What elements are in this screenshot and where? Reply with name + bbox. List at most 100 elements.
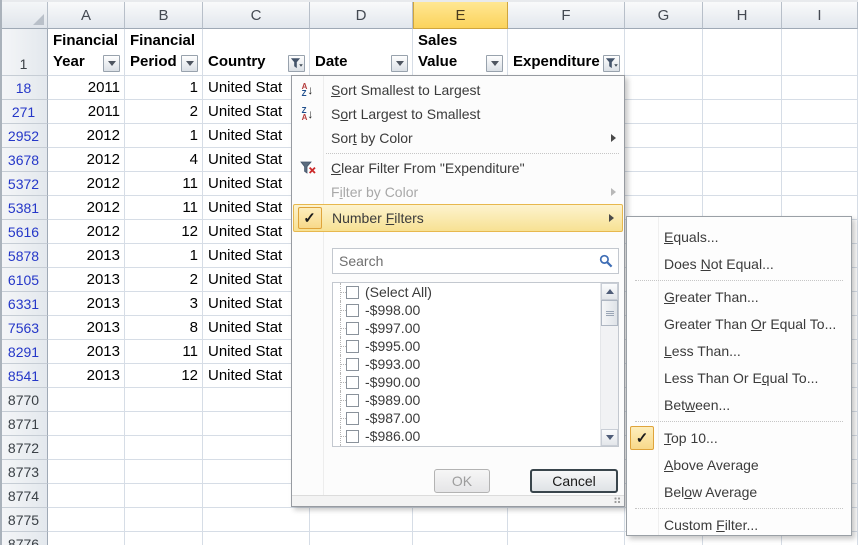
menu-item-sort-largest-to-smallest[interactable]: ZA↓Sort Largest to Smallest — [292, 102, 624, 126]
cell-I-271[interactable] — [782, 100, 858, 124]
cell-A-8770[interactable] — [48, 388, 125, 412]
cell-A-8772[interactable] — [48, 436, 125, 460]
cell-B-5372[interactable]: 11 — [125, 172, 203, 196]
filter-dropdown-button-B[interactable] — [181, 55, 198, 72]
cell-D-8775[interactable] — [310, 508, 413, 532]
row-header-271[interactable]: 271 — [0, 100, 48, 124]
cell-B-8771[interactable] — [125, 412, 203, 436]
filter-value-998-00[interactable]: -$998.00 — [333, 301, 618, 319]
cell-B-6105[interactable]: 2 — [125, 268, 203, 292]
checkbox-997-00[interactable] — [346, 322, 359, 335]
select-all-corner[interactable] — [0, 2, 48, 29]
cell-A-8773[interactable] — [48, 460, 125, 484]
cell-A-5616[interactable]: 2012 — [48, 220, 125, 244]
cancel-button[interactable]: Cancel — [530, 469, 618, 493]
filter-value-989-00[interactable]: -$989.00 — [333, 391, 618, 409]
row-header-1[interactable]: 1 — [0, 29, 48, 76]
cell-I-18[interactable] — [782, 76, 858, 100]
menu-item-sort-smallest-to-largest[interactable]: AZ↓Sort Smallest to Largest — [292, 78, 624, 102]
cell-C-8775[interactable] — [203, 508, 310, 532]
submenu-item-does-not-equal[interactable]: Does Not Equal... — [627, 250, 851, 277]
cell-B-8774[interactable] — [125, 484, 203, 508]
cell-B-5616[interactable]: 12 — [125, 220, 203, 244]
column-header-D[interactable]: D — [310, 2, 413, 29]
cell-A-8291[interactable]: 2013 — [48, 340, 125, 364]
cell-B-8776[interactable] — [125, 532, 203, 545]
cell-B-2952[interactable]: 1 — [125, 124, 203, 148]
cell-B-8775[interactable] — [125, 508, 203, 532]
header-cell-F[interactable]: Expenditure — [508, 29, 625, 76]
cell-A-8776[interactable] — [48, 532, 125, 545]
cell-H-3678[interactable] — [703, 148, 782, 172]
search-input[interactable] — [333, 249, 618, 273]
filter-applied-button-C[interactable] — [288, 55, 305, 72]
cell-G-271[interactable] — [625, 100, 703, 124]
column-header-I[interactable]: I — [782, 2, 858, 29]
row-header-5878[interactable]: 5878 — [0, 244, 48, 268]
cell-I-3678[interactable] — [782, 148, 858, 172]
row-header-8541[interactable]: 8541 — [0, 364, 48, 388]
scroll-down-button[interactable] — [601, 429, 618, 446]
cell-B-8772[interactable] — [125, 436, 203, 460]
cell-A-5878[interactable]: 2013 — [48, 244, 125, 268]
scroll-thumb[interactable] — [601, 300, 618, 326]
checkbox-995-00[interactable] — [346, 340, 359, 353]
menu-item-filter-by-color[interactable]: Filter by Color — [292, 180, 624, 204]
column-header-H[interactable]: H — [703, 2, 782, 29]
cell-B-3678[interactable]: 4 — [125, 148, 203, 172]
menu-item-clear-filter-from-expenditure[interactable]: Clear Filter From "Expenditure" — [292, 156, 624, 180]
cell-G-18[interactable] — [625, 76, 703, 100]
submenu-item-less-than[interactable]: Less Than... — [627, 337, 851, 364]
cell-B-7563[interactable]: 8 — [125, 316, 203, 340]
row-header-6331[interactable]: 6331 — [0, 292, 48, 316]
filter-value-partial[interactable] — [333, 445, 618, 447]
cell-B-5878[interactable]: 1 — [125, 244, 203, 268]
scroll-up-button[interactable] — [601, 283, 618, 300]
submenu-item-less-than-or-equal-to[interactable]: Less Than Or Equal To... — [627, 364, 851, 391]
filter-value-987-00[interactable]: -$987.00 — [333, 409, 618, 427]
cell-H-271[interactable] — [703, 100, 782, 124]
column-header-F[interactable]: F — [508, 2, 625, 29]
checkbox-select-all[interactable] — [346, 286, 359, 299]
submenu-item-custom-filter[interactable]: Custom Filter... — [627, 511, 851, 538]
cell-A-8771[interactable] — [48, 412, 125, 436]
header-cell-E[interactable]: SalesValue — [413, 29, 508, 76]
row-header-8775[interactable]: 8775 — [0, 508, 48, 532]
submenu-item-below-average[interactable]: Below Average — [627, 478, 851, 505]
cell-E-8775[interactable] — [413, 508, 508, 532]
cell-A-18[interactable]: 2011 — [48, 76, 125, 100]
cell-B-8773[interactable] — [125, 460, 203, 484]
cell-A-6331[interactable]: 2013 — [48, 292, 125, 316]
submenu-item-top-10[interactable]: ✓Top 10... — [627, 424, 851, 451]
row-header-8291[interactable]: 8291 — [0, 340, 48, 364]
cell-D-8776[interactable] — [310, 532, 413, 545]
cell-A-8774[interactable] — [48, 484, 125, 508]
cell-B-8770[interactable] — [125, 388, 203, 412]
row-header-8773[interactable]: 8773 — [0, 460, 48, 484]
submenu-item-above-average[interactable]: Above Average — [627, 451, 851, 478]
cell-F-8775[interactable] — [508, 508, 625, 532]
column-header-C[interactable]: C — [203, 2, 310, 29]
filter-value-select-all[interactable]: (Select All) — [333, 283, 618, 301]
cell-A-3678[interactable]: 2012 — [48, 148, 125, 172]
row-header-8771[interactable]: 8771 — [0, 412, 48, 436]
row-header-5381[interactable]: 5381 — [0, 196, 48, 220]
filter-value-990-00[interactable]: -$990.00 — [333, 373, 618, 391]
cell-B-8291[interactable]: 11 — [125, 340, 203, 364]
filter-value-997-00[interactable]: -$997.00 — [333, 319, 618, 337]
row-header-6105[interactable]: 6105 — [0, 268, 48, 292]
checkbox-986-00[interactable] — [346, 430, 359, 443]
row-header-5372[interactable]: 5372 — [0, 172, 48, 196]
filter-dropdown-button-E[interactable] — [486, 55, 503, 72]
row-header-2952[interactable]: 2952 — [0, 124, 48, 148]
checkbox-998-00[interactable] — [346, 304, 359, 317]
row-header-5616[interactable]: 5616 — [0, 220, 48, 244]
cell-H-18[interactable] — [703, 76, 782, 100]
cell-A-5381[interactable]: 2012 — [48, 196, 125, 220]
cell-B-271[interactable]: 2 — [125, 100, 203, 124]
cell-A-8541[interactable]: 2013 — [48, 364, 125, 388]
cell-I-5372[interactable] — [782, 172, 858, 196]
submenu-item-equals[interactable]: Equals... — [627, 223, 851, 250]
filter-applied-button-F[interactable] — [603, 55, 620, 72]
cell-A-5372[interactable]: 2012 — [48, 172, 125, 196]
